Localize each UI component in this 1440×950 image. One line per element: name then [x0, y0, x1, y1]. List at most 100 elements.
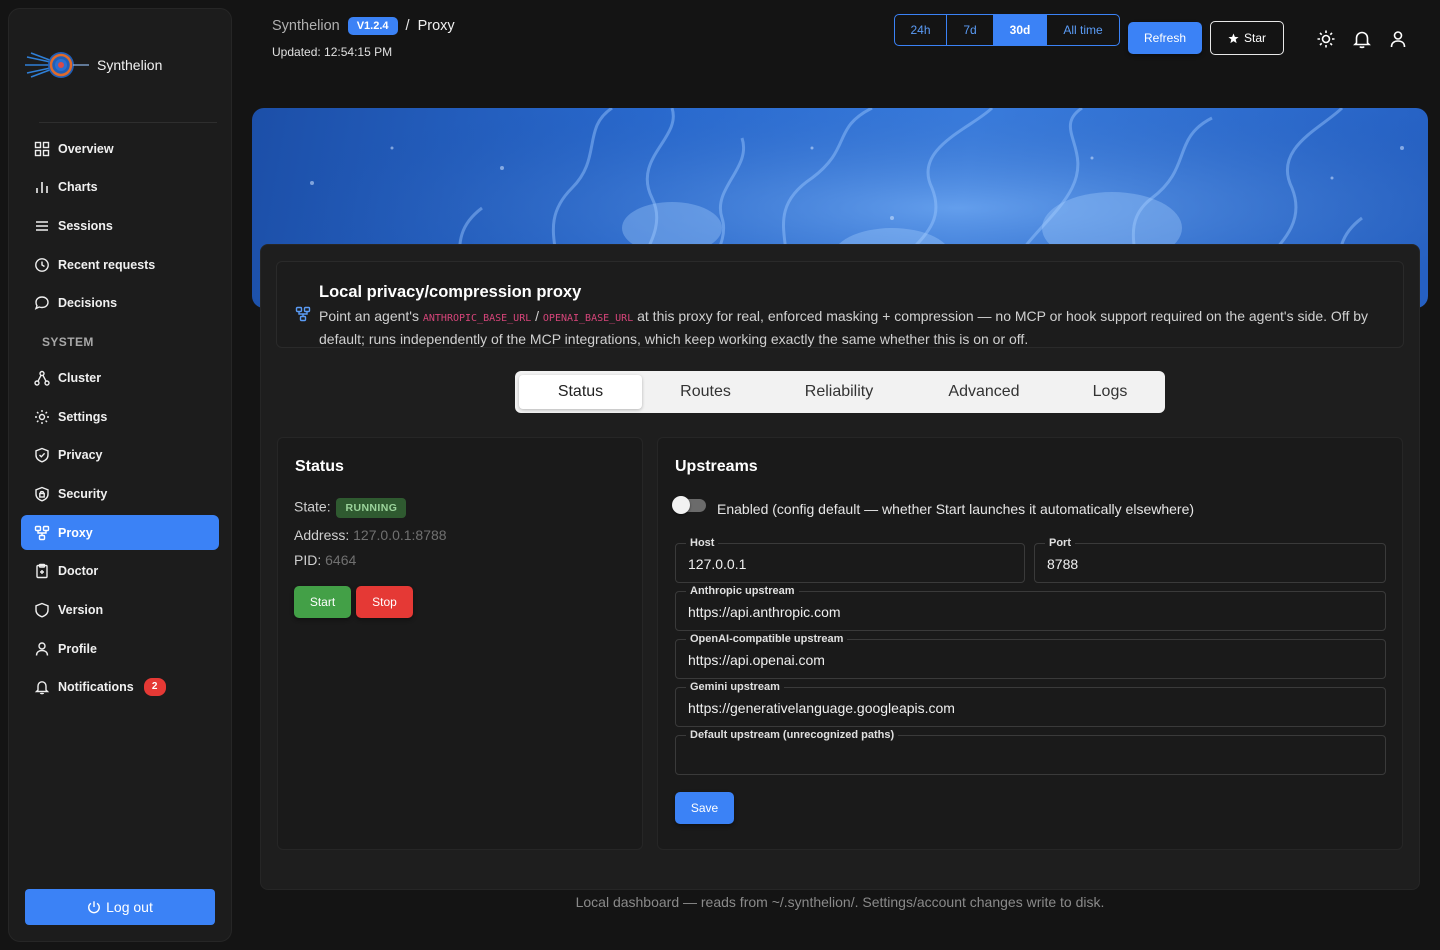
sidebar-item-settings[interactable]: Settings	[21, 399, 219, 434]
tab-reliability[interactable]: Reliability	[769, 375, 909, 409]
port-field[interactable]: Port 8788	[1034, 536, 1386, 583]
anthropic-upstream-label: Anthropic upstream	[686, 584, 799, 598]
sidebar-item-version[interactable]: Version	[21, 593, 219, 628]
sidebar-item-label: Charts	[58, 180, 98, 195]
proxy-tabs: Status Routes Reliability Advanced Logs	[515, 371, 1165, 413]
host-field[interactable]: Host 127.0.0.1	[675, 536, 1025, 583]
sidebar-item-label: Cluster	[58, 370, 102, 385]
clipboard-icon	[36, 564, 48, 579]
anthropic-upstream-value: https://api.anthropic.com	[688, 604, 841, 620]
shield-icon	[35, 602, 49, 618]
default-upstream-label: Default upstream (unrecognized paths)	[686, 728, 899, 742]
notification-count-badge: 2	[143, 678, 166, 697]
sidebar-item-recent-requests[interactable]: Recent requests	[21, 247, 219, 282]
user-icon	[35, 642, 49, 656]
address-label: Address:	[294, 527, 350, 543]
sidebar-section-system: SYSTEM	[42, 335, 94, 350]
sidebar-item-doctor[interactable]: Doctor	[21, 554, 219, 589]
address-value: 127.0.0.1:8788	[353, 527, 447, 543]
openai-env-var: OPENAI_BASE_URL	[542, 313, 634, 324]
stop-button[interactable]: Stop	[356, 586, 413, 618]
upstreams-panel-title: Upstreams	[675, 458, 758, 475]
tab-routes[interactable]: Routes	[642, 375, 769, 409]
sidebar-item-label: Recent requests	[58, 257, 156, 272]
intro-description: Point an agent's ANTHROPIC_BASE_URL / OP…	[319, 306, 1389, 350]
gemini-upstream-field[interactable]: Gemini upstream https://generativelangua…	[675, 680, 1386, 727]
sidebar-item-label: Privacy	[58, 448, 103, 463]
enabled-toggle-label: Enabled (config default — whether Start …	[717, 501, 1195, 517]
sidebar-item-cluster[interactable]: Cluster	[21, 360, 219, 395]
range-all-time-button[interactable]: All time	[1047, 15, 1119, 45]
sidebar-item-label: Overview	[58, 141, 114, 156]
refresh-button[interactable]: Refresh	[1128, 22, 1202, 54]
version-badge: V1.2.4	[347, 17, 398, 35]
enabled-toggle[interactable]	[672, 496, 706, 514]
openai-upstream-field[interactable]: OpenAI-compatible upstream https://api.o…	[675, 632, 1386, 679]
shield-lock-icon	[35, 486, 49, 502]
list-icon	[36, 221, 48, 231]
sidebar-item-security[interactable]: Security	[21, 477, 219, 512]
range-30d-button[interactable]: 30d	[994, 15, 1047, 45]
breadcrumb-app[interactable]: Synthelion	[272, 18, 340, 34]
sidebar-divider	[39, 122, 217, 123]
tab-logs[interactable]: Logs	[1059, 375, 1161, 409]
gear-icon	[35, 409, 49, 424]
sidebar: Synthelion Overview Charts Sessions Rece…	[8, 8, 232, 942]
sidebar-item-label: Settings	[58, 409, 108, 424]
state-running-badge: RUNNING	[336, 498, 407, 518]
sidebar-item-notifications[interactable]: Notifications 2	[21, 670, 219, 705]
tab-status[interactable]: Status	[519, 375, 642, 409]
intro-title: Local privacy/compression proxy	[319, 283, 582, 301]
range-7d-button[interactable]: 7d	[947, 15, 994, 45]
host-label: Host	[686, 536, 719, 550]
proxy-icon	[34, 525, 50, 540]
sidebar-item-label: Security	[58, 487, 108, 501]
sidebar-item-label: Proxy	[58, 525, 93, 540]
openai-upstream-value: https://api.openai.com	[688, 652, 825, 668]
sidebar-item-decisions[interactable]: Decisions	[21, 286, 219, 321]
sidebar-item-sessions[interactable]: Sessions	[21, 208, 219, 243]
toggle-knob	[672, 496, 690, 514]
port-label: Port	[1045, 536, 1075, 550]
notifications-bell-icon[interactable]	[1352, 29, 1372, 49]
state-row: State: RUNNING	[294, 498, 407, 518]
clock-icon	[35, 257, 49, 272]
star-icon	[1228, 32, 1239, 43]
breadcrumb-separator: /	[405, 18, 410, 34]
account-user-icon[interactable]	[1388, 29, 1408, 49]
intro-text-mid: /	[531, 308, 543, 324]
tab-advanced[interactable]: Advanced	[909, 375, 1059, 409]
openai-upstream-label: OpenAI-compatible upstream	[686, 632, 848, 646]
breadcrumb: Synthelion V1.2.4 / Proxy	[272, 17, 455, 35]
cluster-icon	[34, 370, 50, 386]
gemini-upstream-label: Gemini upstream	[686, 680, 784, 694]
page-title: Proxy	[417, 18, 455, 34]
sidebar-item-proxy[interactable]: Proxy	[21, 515, 219, 551]
sidebar-item-overview[interactable]: Overview	[21, 131, 219, 166]
grid-icon	[34, 141, 50, 156]
range-24h-button[interactable]: 24h	[895, 15, 947, 45]
default-upstream-field[interactable]: Default upstream (unrecognized paths)	[675, 728, 1386, 775]
save-button[interactable]: Save	[675, 792, 734, 824]
sidebar-item-charts[interactable]: Charts	[21, 170, 219, 205]
anthropic-upstream-field[interactable]: Anthropic upstream https://api.anthropic…	[675, 584, 1386, 631]
pid-value: 6464	[325, 552, 357, 568]
start-button[interactable]: Start	[294, 586, 351, 618]
status-panel-title: Status	[295, 458, 344, 475]
theme-sun-icon[interactable]	[1316, 29, 1336, 49]
brand[interactable]: Synthelion	[25, 47, 162, 83]
bell-icon	[34, 681, 50, 695]
sidebar-item-privacy[interactable]: Privacy	[21, 438, 219, 473]
shield-check-icon	[35, 448, 49, 463]
star-button[interactable]: Star	[1210, 21, 1284, 55]
sidebar-item-label: Sessions	[58, 218, 113, 233]
brand-name: Synthelion	[97, 57, 163, 73]
sidebar-item-profile[interactable]: Profile	[21, 631, 219, 666]
sidebar-item-label: Doctor	[58, 564, 99, 579]
time-range-selector: 24h 7d 30d All time	[894, 14, 1120, 46]
anthropic-env-var: ANTHROPIC_BASE_URL	[422, 313, 532, 324]
pid-row: PID: 6464	[294, 552, 356, 568]
sidebar-item-label: Notifications	[58, 680, 134, 695]
updated-timestamp: Updated: 12:54:15 PM	[272, 45, 393, 59]
sidebar-item-label: Profile	[58, 641, 97, 656]
